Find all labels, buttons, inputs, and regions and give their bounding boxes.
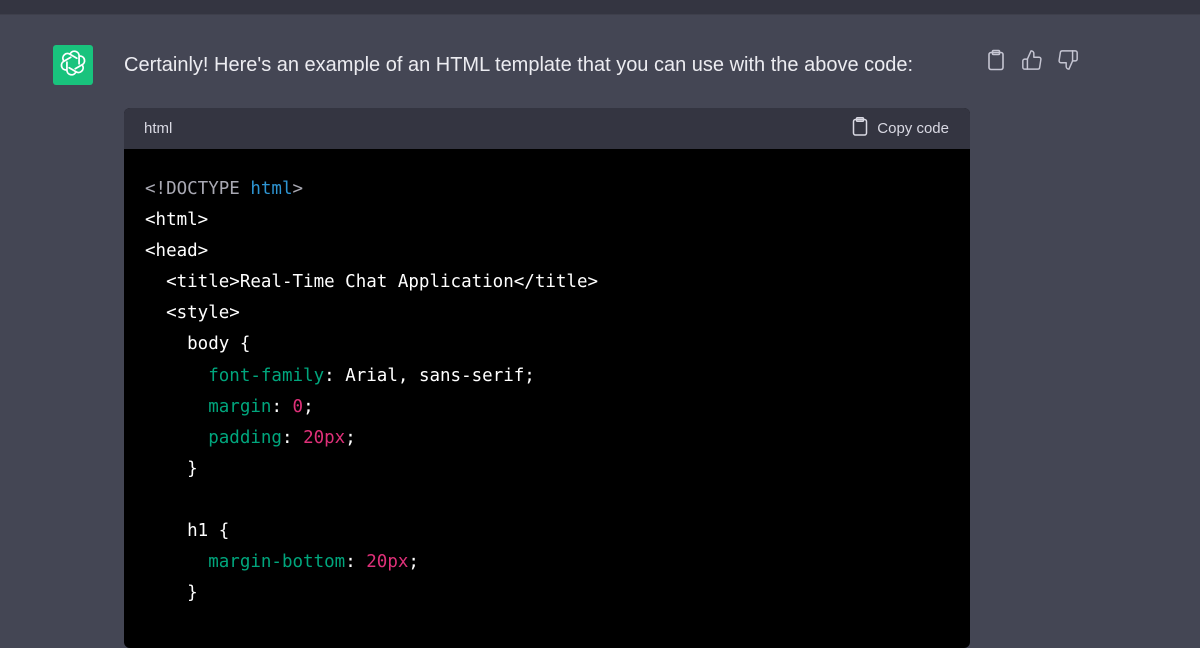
code-token: 20px xyxy=(303,427,346,448)
code-token: html xyxy=(250,179,293,199)
code-block: html Copy code <!DOCTYPE html> <html> <hea… xyxy=(124,108,970,648)
code-line: <!DOCTYPE html> xyxy=(145,174,949,205)
code-token: padding xyxy=(208,427,282,448)
thumbs-down-icon xyxy=(1057,49,1079,76)
top-bar xyxy=(0,0,1200,15)
copy-code-button[interactable]: Copy code xyxy=(852,117,949,140)
code-line: margin-bottom: 20px; xyxy=(145,547,949,578)
code-line: } xyxy=(145,578,949,609)
code-token: font-family xyxy=(208,365,325,386)
clipboard-icon xyxy=(986,49,1006,76)
code-token: <!DOCTYPE xyxy=(145,179,251,199)
clipboard-icon xyxy=(852,117,868,140)
code-line: h1 { xyxy=(145,516,949,547)
thumbs-up-icon xyxy=(1021,49,1043,76)
code-token: 0 xyxy=(292,396,304,417)
code-line: padding: 20px; xyxy=(145,423,949,454)
copy-message-button[interactable] xyxy=(984,49,1008,76)
code-token: > xyxy=(292,179,304,199)
code-token: : xyxy=(281,427,304,448)
code-block-header: html Copy code xyxy=(124,108,970,149)
code-token: : xyxy=(345,552,367,573)
code-line: <html> xyxy=(145,205,949,236)
code-line: <style> xyxy=(145,298,949,329)
code-line: <title>Real-Time Chat Application</title… xyxy=(145,267,949,298)
code-line: <head> xyxy=(145,236,949,267)
code-line: margin: 0; xyxy=(145,392,949,423)
code-line: } xyxy=(145,454,949,485)
code-token: ; xyxy=(408,552,419,573)
code-token: } xyxy=(145,458,198,479)
code-token: body { xyxy=(145,334,251,355)
code-token: <title>Real-Time Chat Application</title… xyxy=(145,272,599,293)
assistant-avatar xyxy=(53,45,93,85)
thumbs-down-button[interactable] xyxy=(1056,49,1080,76)
code-line: body { xyxy=(145,329,949,360)
code-token: <head> xyxy=(145,241,209,262)
code-token: margin-bottom xyxy=(208,552,346,573)
code-token: ; xyxy=(345,427,356,448)
code-token: <html> xyxy=(145,210,209,231)
code-token: : Arial, sans-serif; xyxy=(324,365,535,386)
code-token: : xyxy=(271,396,293,417)
code-token: ; xyxy=(303,396,314,417)
message-actions xyxy=(984,49,1080,76)
code-token: 20px xyxy=(366,552,409,573)
code-token: } xyxy=(145,583,198,604)
code-content[interactable]: <!DOCTYPE html> <html> <head> <title>Real-… xyxy=(124,149,970,609)
copy-code-label: Copy code xyxy=(877,120,949,137)
code-language-label: html xyxy=(144,120,173,137)
openai-logo-icon xyxy=(59,49,87,82)
thumbs-up-button[interactable] xyxy=(1020,49,1044,76)
code-token: h1 { xyxy=(145,521,230,542)
code-line: font-family: Arial, sans-serif; xyxy=(145,361,949,392)
assistant-message: Certainly! Here's an example of an HTML … xyxy=(124,54,914,76)
code-token: <style> xyxy=(145,303,240,324)
code-token: margin xyxy=(208,396,272,417)
